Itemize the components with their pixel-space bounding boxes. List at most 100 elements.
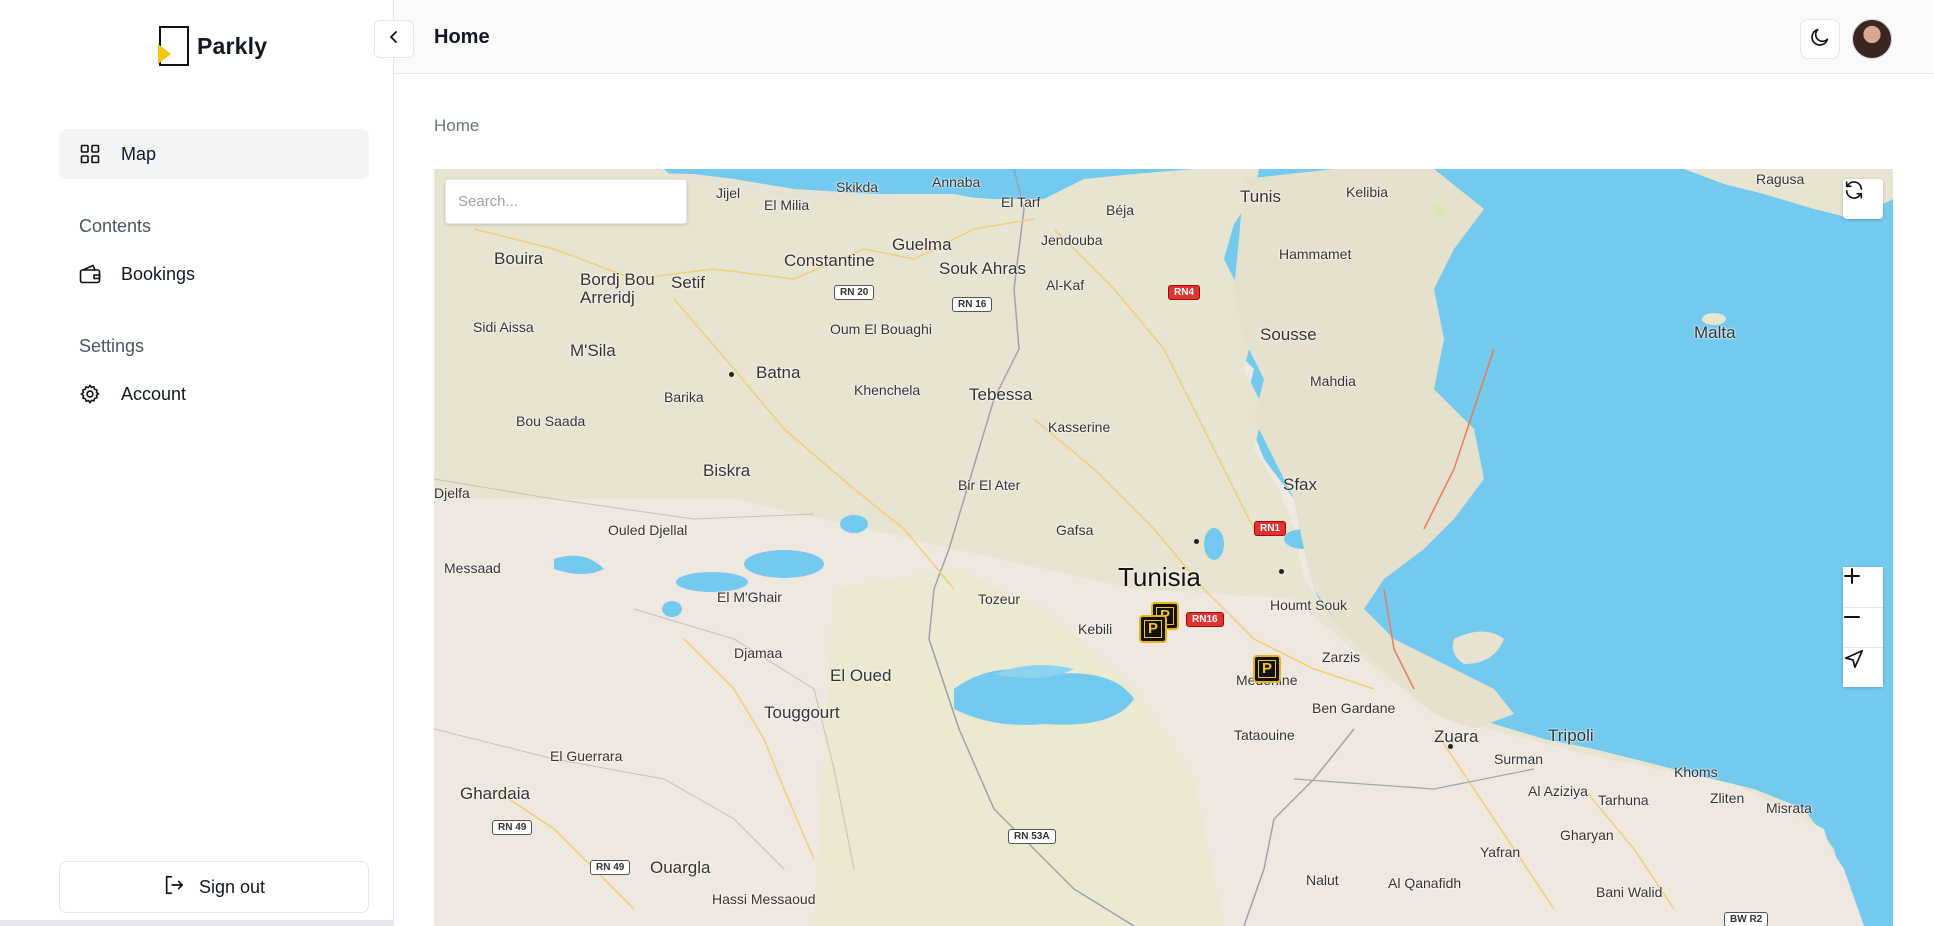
map-label: Surman bbox=[1494, 751, 1544, 767]
sidebar-item-label: Account bbox=[121, 383, 187, 404]
map-refresh-button[interactable] bbox=[1843, 179, 1883, 219]
map-label: Touggourt bbox=[764, 703, 840, 722]
sign-out-label: Sign out bbox=[198, 876, 266, 897]
map-label: Skikda bbox=[836, 179, 879, 195]
moon-icon bbox=[1809, 26, 1831, 53]
sidebar-item-label: Bookings bbox=[121, 263, 196, 284]
map-label: Al-Kaf bbox=[1046, 277, 1085, 293]
road-shield: RN 49 bbox=[590, 860, 631, 875]
theme-toggle-button[interactable] bbox=[1800, 19, 1840, 59]
map-label: Biskra bbox=[703, 461, 751, 480]
map-label: El M'Ghair bbox=[717, 589, 782, 605]
sidebar-item-account[interactable]: Account bbox=[59, 369, 369, 419]
map-zoom-controls bbox=[1843, 567, 1883, 687]
map-label: Kebili bbox=[1078, 621, 1113, 637]
map-label: Messaad bbox=[444, 560, 501, 576]
map-label: Ghardaia bbox=[460, 784, 530, 803]
map-label: Setif bbox=[671, 273, 706, 292]
zoom-in-button[interactable] bbox=[1843, 567, 1883, 607]
parking-marker[interactable]: P bbox=[1253, 655, 1281, 683]
section-label-contents: Contents bbox=[79, 216, 152, 236]
sidebar: Parkly Map Contents Bookings Settings Ac… bbox=[0, 0, 394, 926]
wallet-icon bbox=[79, 263, 101, 285]
map-label: Hammamet bbox=[1279, 246, 1352, 262]
map-label: Mahdia bbox=[1310, 373, 1356, 389]
sign-out-icon bbox=[163, 874, 185, 901]
place-marker bbox=[1194, 539, 1199, 544]
map-label: Kasserine bbox=[1048, 419, 1111, 435]
map-label: Ouled Djellal bbox=[608, 522, 688, 538]
map-label: Bou Saada bbox=[516, 413, 586, 429]
parking-icon: P bbox=[1257, 660, 1276, 678]
divider bbox=[0, 920, 394, 926]
grid-icon bbox=[79, 143, 101, 165]
map-label: M'Sila bbox=[570, 341, 616, 360]
app-root: Parkly Map Contents Bookings Settings Ac… bbox=[0, 0, 1934, 926]
map-label: Barika bbox=[664, 389, 704, 405]
map-label: Sidi Aissa bbox=[473, 319, 534, 335]
road-shield: RN 20 bbox=[834, 285, 875, 300]
map-label: Bir El Ater bbox=[958, 477, 1021, 493]
country-label: Tunisia bbox=[1118, 562, 1201, 592]
map-label: Tebessa bbox=[969, 385, 1033, 404]
map-view[interactable]: Jijel El Milia Skikda Annaba El Tarf Béj… bbox=[434, 169, 1893, 926]
map-label: Sfax bbox=[1283, 475, 1318, 494]
locate-button[interactable] bbox=[1843, 647, 1883, 687]
sidebar-item-bookings[interactable]: Bookings bbox=[59, 249, 369, 299]
map-label: Gharyan bbox=[1560, 827, 1614, 843]
sign-out-button[interactable]: Sign out bbox=[59, 861, 369, 913]
map-label: Bordj Bou Arreridj bbox=[580, 270, 655, 307]
parking-marker[interactable]: P bbox=[1139, 615, 1167, 643]
gear-icon bbox=[79, 383, 101, 405]
map-label: El Guerrara bbox=[550, 748, 623, 764]
road-shield: RN 49 bbox=[492, 820, 533, 835]
map-label: Tripoli bbox=[1548, 726, 1594, 745]
map-label: Zuara bbox=[1434, 727, 1479, 746]
map-label: Oum El Bouaghi bbox=[830, 321, 932, 337]
sidebar-item-map[interactable]: Map bbox=[59, 129, 369, 179]
map-label: Batna bbox=[756, 363, 801, 382]
map-label: Souk Ahras bbox=[939, 259, 1026, 278]
road-shield: RN4 bbox=[1168, 285, 1201, 300]
map-label: Khenchela bbox=[854, 382, 921, 398]
road-shield: RN1 bbox=[1254, 521, 1287, 536]
map-label: Djamaa bbox=[734, 645, 783, 661]
sidebar-item-label: Map bbox=[121, 143, 157, 164]
map-label: Tarhuna bbox=[1598, 792, 1649, 808]
map-label: Hassi Messaoud bbox=[712, 891, 816, 907]
map-label: Al Qanafidh bbox=[1388, 875, 1462, 891]
map-label: Misrata bbox=[1766, 800, 1812, 816]
sidebar-collapse-button[interactable] bbox=[374, 20, 414, 58]
road-shield: RN16 bbox=[1186, 612, 1224, 627]
chevron-left-icon bbox=[387, 30, 401, 49]
map-label: Sousse bbox=[1260, 325, 1317, 344]
map-label: Guelma bbox=[892, 235, 952, 254]
logo[interactable]: Parkly bbox=[157, 26, 267, 66]
section-label-settings: Settings bbox=[79, 336, 145, 356]
map-label: Djelfa bbox=[434, 485, 470, 501]
road-shield: RN 16 bbox=[952, 297, 993, 312]
map-label: Malta bbox=[1694, 323, 1736, 342]
map-label: Bouira bbox=[494, 249, 544, 268]
map-label: Nalut bbox=[1306, 872, 1339, 888]
road-shield: BW R2 bbox=[1724, 912, 1769, 926]
map-label: Constantine bbox=[784, 251, 875, 270]
parkly-logo-icon bbox=[157, 26, 189, 66]
map-label: El Oued bbox=[830, 666, 892, 685]
map-label: Jendouba bbox=[1041, 232, 1103, 248]
map-label: Kelibia bbox=[1346, 184, 1389, 200]
map-label: Ben Gardane bbox=[1312, 700, 1396, 716]
place-marker bbox=[729, 372, 734, 377]
map-label: Zarzis bbox=[1322, 649, 1361, 665]
map-label: Bani Walid bbox=[1596, 884, 1663, 900]
map-label: Zliten bbox=[1710, 790, 1745, 806]
map-label: Houmt Souk bbox=[1270, 597, 1348, 613]
map-search-input[interactable] bbox=[445, 179, 687, 224]
map-label: Khoms bbox=[1674, 764, 1718, 780]
avatar[interactable] bbox=[1852, 19, 1892, 59]
zoom-out-button[interactable] bbox=[1843, 607, 1883, 647]
map-label: Tunis bbox=[1240, 187, 1281, 206]
map-label: Béja bbox=[1106, 202, 1135, 218]
app-name: Parkly bbox=[197, 32, 268, 59]
breadcrumb: Home bbox=[434, 116, 480, 135]
